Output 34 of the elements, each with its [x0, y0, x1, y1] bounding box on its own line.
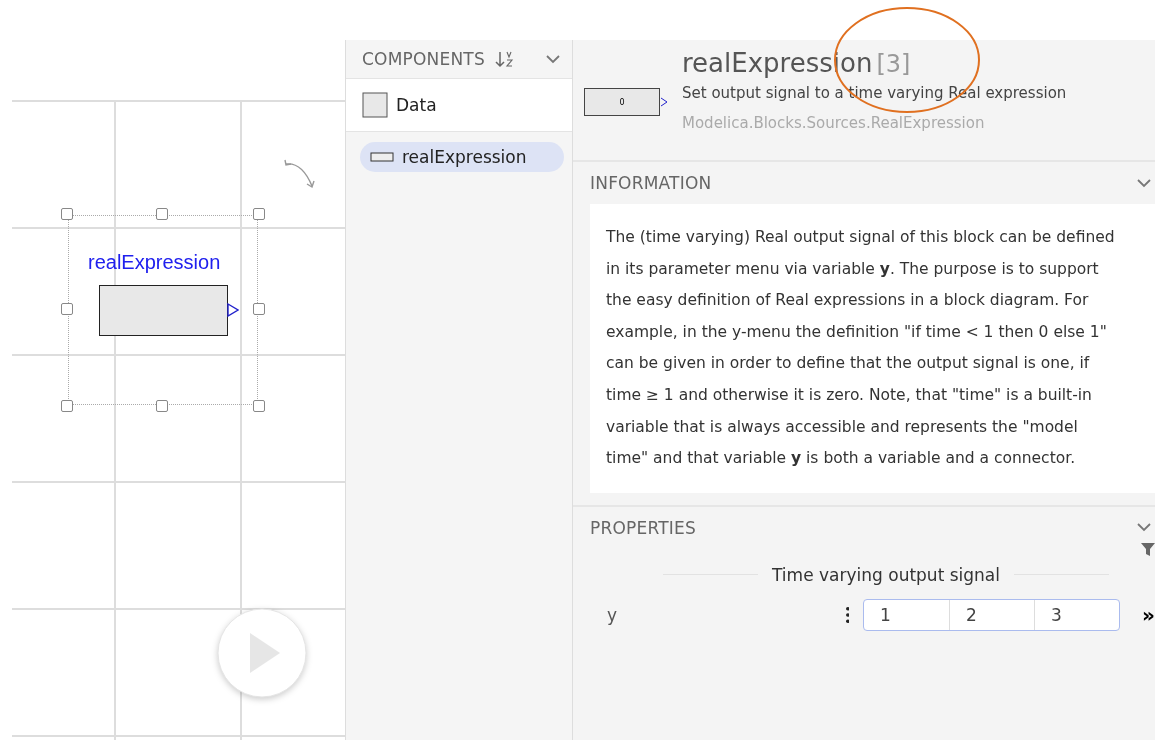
resize-handle[interactable]	[61, 303, 73, 315]
component-item[interactable]: realExpression	[360, 142, 564, 172]
resize-handle[interactable]	[253, 208, 265, 220]
group-title: Time varying output signal	[772, 564, 1000, 585]
array-field[interactable]: 1 2 3	[863, 598, 1121, 631]
resize-handle[interactable]	[61, 400, 73, 412]
resize-handle[interactable]	[156, 208, 168, 220]
description-text: The (time varying) Real output signal of this block can be defined in its parameter menu via variable y. The purpose is to support the easy definition of Real expressions in a block diagram. For example, in the y-menu the definition "if time < 1 then 0 else 1" can be given in order to define that the output signal is one, if time ≥ 1 and otherwise it is zero. Note, that "time" is a built-in variable that is always accessible and represents the "model time" and that variable y is both a variable and a connector.	[606, 227, 1116, 470]
array-cell[interactable]: 3	[1034, 599, 1120, 630]
output-port-icon	[660, 97, 668, 107]
filter-icon	[1141, 542, 1155, 556]
section-title: INFORMATION	[590, 173, 712, 193]
sort-icon	[494, 50, 515, 68]
resize-handle[interactable]	[61, 208, 73, 220]
array-cell[interactable]: 1	[864, 599, 950, 630]
kebab-menu-icon	[845, 605, 850, 624]
panel-title: COMPONENTS	[362, 49, 485, 69]
instance-count: [3]	[876, 50, 911, 78]
class-path: Modelica.Blocks.Sources.RealExpression	[682, 114, 986, 132]
resize-handle[interactable]	[253, 400, 265, 412]
block-drawing[interactable]	[99, 285, 228, 336]
resize-handle[interactable]	[156, 400, 168, 412]
resize-handle[interactable]	[253, 303, 265, 315]
chevron-down-icon	[1137, 523, 1151, 533]
block-icon	[370, 152, 394, 162]
component-item[interactable]: Data	[346, 79, 572, 132]
expand-button[interactable]: »	[1142, 602, 1155, 627]
section-title: PROPERTIES	[590, 517, 696, 538]
block-label: realExpression	[88, 251, 221, 274]
chevron-down-icon	[546, 54, 560, 64]
array-cell[interactable]: 2	[949, 599, 1035, 630]
chevron-down-icon	[1137, 178, 1151, 188]
parameter-name: y	[607, 604, 619, 625]
square-icon	[362, 92, 388, 118]
